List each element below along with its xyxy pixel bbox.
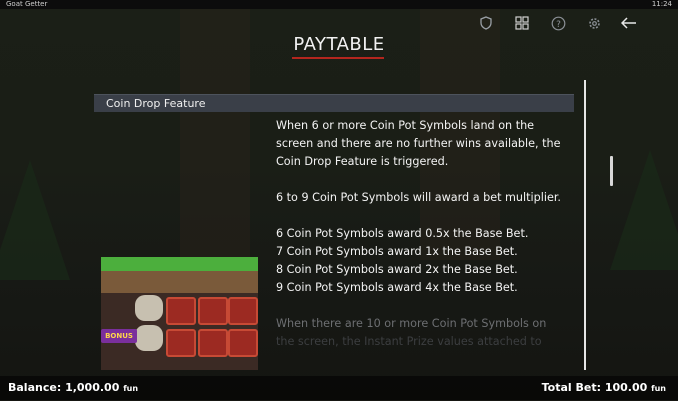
clock: 11:24 [651, 0, 672, 8]
award-line: 7 Coin Pot Symbols award 1x the Base Bet… [276, 245, 518, 258]
coin-pot-symbol [135, 295, 163, 321]
feature-description: When 6 or more Coin Pot Symbols land on … [276, 117, 566, 351]
award-line: 8 Coin Pot Symbols award 2x the Base Bet… [276, 263, 518, 276]
balance-value: 1,000.00 [65, 381, 120, 394]
reel-symbol [166, 329, 196, 357]
scrollbar-thumb[interactable] [610, 156, 613, 186]
shield-icon[interactable] [477, 14, 495, 32]
description-paragraph: 6 to 9 Coin Pot Symbols will award a bet… [276, 191, 561, 204]
illustration-grass [101, 257, 258, 271]
section-header: Coin Drop Feature [94, 94, 574, 112]
bet-label: Total Bet: [541, 381, 601, 394]
reel-symbol [228, 297, 258, 325]
reel-symbol [166, 297, 196, 325]
status-bar: Balance: 1,000.00 fun Total Bet: 100.00 … [0, 376, 678, 400]
balance-unit: fun [123, 384, 139, 393]
balance-label: Balance: [8, 381, 62, 394]
award-line: 6 Coin Pot Symbols award 0.5x the Base B… [276, 227, 529, 240]
background-tree [0, 160, 70, 280]
settings-icon[interactable] [585, 14, 603, 32]
coin-pot-symbol [135, 325, 163, 351]
faded-line: the screen, the Instant Prize values att… [276, 335, 542, 348]
back-arrow-icon[interactable] [620, 14, 638, 32]
description-paragraph: When 6 or more Coin Pot Symbols land on … [276, 119, 561, 168]
reel-symbol [228, 329, 258, 357]
faded-line: When there are 10 or more Coin Pot Symbo… [276, 317, 547, 330]
svg-text:?: ? [556, 20, 561, 30]
reel-symbol [198, 329, 228, 357]
system-title-bar: Goat Getter 11:24 [0, 0, 678, 9]
page-title: PAYTABLE [293, 34, 385, 55]
total-bet-display: Total Bet: 100.00 fun [542, 376, 666, 401]
grid-icon[interactable] [513, 14, 531, 32]
bet-value: 100.00 [604, 381, 648, 394]
background-tree [610, 150, 678, 270]
balance-display: Balance: 1,000.00 fun [8, 376, 138, 401]
award-line: 9 Coin Pot Symbols award 4x the Base Bet… [276, 281, 518, 294]
bonus-symbol: BONUS [101, 329, 137, 343]
reel-symbol [198, 297, 228, 325]
title-underline [292, 57, 384, 59]
award-list: 6 Coin Pot Symbols award 0.5x the Base B… [276, 225, 566, 297]
app-title: Goat Getter [6, 0, 48, 8]
scrollbar-track[interactable] [584, 80, 586, 370]
help-icon[interactable]: ? [549, 14, 567, 32]
feature-illustration: BONUS [101, 257, 258, 370]
bet-unit: fun [651, 384, 666, 393]
